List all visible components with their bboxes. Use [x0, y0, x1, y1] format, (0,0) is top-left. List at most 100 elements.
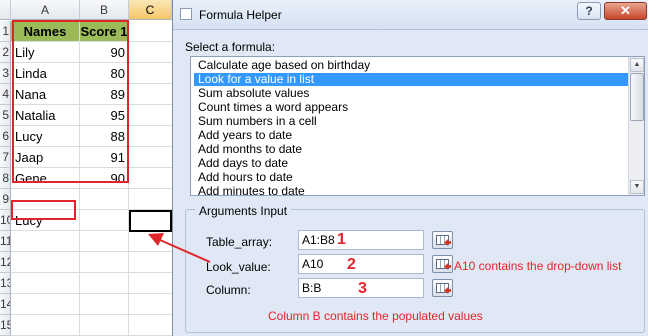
select-formula-label: Select a formula:	[185, 40, 276, 54]
list-item[interactable]: Add years to date	[194, 129, 628, 142]
list-item[interactable]: Add months to date	[194, 143, 628, 156]
list-item[interactable]: Calculate age based on birthday	[194, 59, 628, 72]
empty-cell[interactable]	[129, 231, 172, 252]
dialog-titlebar[interactable]: Formula Helper ? ✕	[173, 0, 648, 30]
list-item-selected[interactable]: Look for a value in list	[194, 73, 628, 86]
question-icon[interactable]: ?	[577, 2, 601, 20]
cell-score[interactable]: 90	[80, 168, 129, 189]
annotation-number-3: 3	[358, 280, 367, 297]
cell-a10-lookup[interactable]: Lucy	[11, 210, 80, 231]
row-header[interactable]: 12	[0, 252, 11, 273]
formula-listbox[interactable]: Calculate age based on birthday Look for…	[190, 56, 645, 196]
app-icon	[180, 8, 192, 20]
list-item[interactable]: Add hours to date	[194, 171, 628, 184]
empty-cell[interactable]	[80, 294, 129, 315]
annotation-number-2: 2	[347, 256, 356, 273]
formula-helper-dialog: Formula Helper ? ✕ Select a formula: Cal…	[172, 0, 648, 336]
active-cell-c10[interactable]	[129, 210, 172, 232]
cell-score[interactable]: 91	[80, 147, 129, 168]
scroll-up-icon[interactable]: ▲	[630, 58, 644, 72]
empty-cell[interactable]	[11, 315, 80, 336]
cell-score[interactable]: 88	[80, 126, 129, 147]
select-all-corner[interactable]	[0, 0, 11, 20]
row-header[interactable]: 3	[0, 63, 11, 84]
empty-cell[interactable]	[80, 315, 129, 336]
cell-score[interactable]: 90	[80, 42, 129, 63]
empty-cell[interactable]	[129, 63, 172, 84]
close-icon[interactable]: ✕	[604, 2, 647, 20]
empty-cell[interactable]	[129, 273, 172, 294]
row-header[interactable]: 5	[0, 105, 11, 126]
arguments-group-title: Arguments Input	[195, 204, 292, 218]
empty-cell[interactable]	[129, 84, 172, 105]
cell-score[interactable]: 80	[80, 63, 129, 84]
list-item[interactable]: Add minutes to date	[194, 185, 628, 196]
empty-cell[interactable]	[129, 105, 172, 126]
list-item[interactable]: Count times a word appears	[194, 101, 628, 114]
cell-reference-icon[interactable]	[432, 255, 453, 273]
cell-score[interactable]: 95	[80, 105, 129, 126]
empty-cell[interactable]	[129, 42, 172, 63]
empty-cell[interactable]	[80, 231, 129, 252]
row-header[interactable]: 2	[0, 42, 11, 63]
column-header-b[interactable]: B	[80, 0, 129, 20]
empty-cell[interactable]	[11, 189, 80, 210]
row-header[interactable]: 1	[0, 21, 11, 42]
empty-cell[interactable]	[80, 210, 129, 231]
column-header-a[interactable]: A	[11, 0, 80, 20]
empty-cell[interactable]	[129, 294, 172, 315]
cell-name[interactable]: Gene	[11, 168, 80, 189]
scrollbar-thumb[interactable]	[630, 73, 644, 121]
cell-name[interactable]: Nana	[11, 84, 80, 105]
table-array-label: Table_array:	[206, 235, 273, 249]
empty-cell[interactable]	[11, 252, 80, 273]
empty-cell[interactable]	[80, 252, 129, 273]
cell-reference-icon[interactable]	[432, 279, 453, 297]
cell-name[interactable]: Jaap	[11, 147, 80, 168]
list-item[interactable]: Add days to date	[194, 157, 628, 170]
cell-a1-names-header[interactable]: Names	[11, 21, 80, 42]
annotation-column-note: Column B contains the populated values	[268, 309, 483, 323]
empty-cell[interactable]	[129, 147, 172, 168]
cell-name[interactable]: Lucy	[11, 126, 80, 147]
look-value-input[interactable]: A10	[298, 254, 424, 274]
row-header[interactable]: 7	[0, 147, 11, 168]
row-header[interactable]: 14	[0, 294, 11, 315]
column-header-c[interactable]: C	[129, 0, 172, 20]
annotation-lookup-note: A10 contains the drop-down list	[454, 259, 622, 273]
list-item[interactable]: Sum numbers in a cell	[194, 115, 628, 128]
list-scrollbar[interactable]: ▲ ▼	[628, 57, 644, 195]
row-header[interactable]: 8	[0, 168, 11, 189]
empty-cell[interactable]	[11, 294, 80, 315]
cell-name[interactable]: Natalia	[11, 105, 80, 126]
annotation-number-1: 1	[337, 231, 346, 248]
empty-cell[interactable]	[11, 231, 80, 252]
dialog-title: Formula Helper	[199, 8, 282, 22]
empty-cell[interactable]	[129, 252, 172, 273]
empty-cell[interactable]	[11, 273, 80, 294]
scroll-down-icon[interactable]: ▼	[630, 180, 644, 194]
empty-cell[interactable]	[129, 189, 172, 210]
cell-score[interactable]: 89	[80, 84, 129, 105]
row-header[interactable]: 11	[0, 231, 11, 252]
cell-name[interactable]: Lily	[11, 42, 80, 63]
row-header[interactable]: 6	[0, 126, 11, 147]
empty-cell[interactable]	[80, 273, 129, 294]
empty-cell[interactable]	[129, 21, 172, 42]
empty-cell[interactable]	[80, 189, 129, 210]
cell-name[interactable]: Linda	[11, 63, 80, 84]
list-item[interactable]: Sum absolute values	[194, 87, 628, 100]
row-header[interactable]: 15	[0, 315, 11, 336]
look-value-label: Look_value:	[206, 260, 271, 274]
empty-cell[interactable]	[129, 168, 172, 189]
empty-cell[interactable]	[129, 126, 172, 147]
cell-reference-icon[interactable]	[432, 231, 453, 249]
table-array-input[interactable]: A1:B8	[298, 230, 424, 250]
column-label: Column:	[206, 283, 251, 297]
row-header[interactable]: 9	[0, 189, 11, 210]
row-header[interactable]: 13	[0, 273, 11, 294]
empty-cell[interactable]	[129, 315, 172, 336]
row-header[interactable]: 10	[0, 210, 11, 231]
row-header[interactable]: 4	[0, 84, 11, 105]
cell-b1-score-header[interactable]: Score 1	[80, 21, 129, 42]
